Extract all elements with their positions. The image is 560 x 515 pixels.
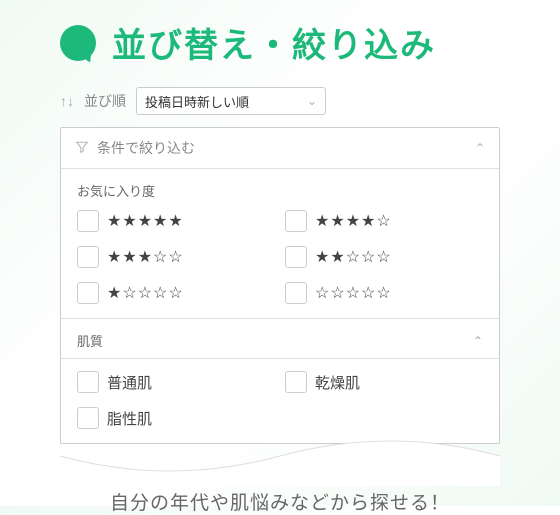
favorite-option[interactable]: ★★☆☆☆ bbox=[285, 246, 483, 268]
checkbox[interactable] bbox=[285, 246, 307, 268]
skin-option-label: 脂性肌 bbox=[107, 408, 152, 429]
chevron-up-icon: ⌃ bbox=[475, 141, 485, 155]
checkbox[interactable] bbox=[77, 210, 99, 232]
skin-option-label: 乾燥肌 bbox=[315, 372, 360, 393]
filter-title: 条件で絞り込む bbox=[97, 138, 195, 158]
favorite-option[interactable]: ★☆☆☆☆ bbox=[77, 282, 275, 304]
skin-option-label: 普通肌 bbox=[107, 372, 152, 393]
checkbox[interactable] bbox=[77, 371, 99, 393]
wave-cutoff bbox=[60, 436, 500, 466]
section-skin-title: 肌質 bbox=[77, 331, 103, 350]
section-skin-options: 普通肌 乾燥肌 脂性肌 bbox=[61, 359, 499, 443]
favorite-option[interactable]: ★★★☆☆ bbox=[77, 246, 275, 268]
chevron-down-icon: ⌄ bbox=[307, 94, 317, 108]
filter-header[interactable]: 条件で絞り込む ⌃ bbox=[61, 128, 499, 169]
page-header: 並び替え・絞り込み bbox=[0, 0, 560, 67]
sort-arrows-icon: ↑↓ bbox=[60, 93, 74, 109]
panel-wrap: ↑↓ 並び順 投稿日時新しい順 ⌄ 条件で絞り込む ⌃ お気に入り度 ★★★★★… bbox=[0, 67, 560, 515]
favorite-option[interactable]: ☆☆☆☆☆ bbox=[285, 282, 483, 304]
skin-option[interactable]: 普通肌 bbox=[77, 371, 275, 393]
checkbox[interactable] bbox=[77, 282, 99, 304]
funnel-icon bbox=[75, 140, 89, 157]
section-favorite-title: お気に入り度 bbox=[77, 181, 483, 200]
sort-select[interactable]: 投稿日時新しい順 ⌄ bbox=[136, 87, 326, 115]
checkbox[interactable] bbox=[285, 371, 307, 393]
stars-label: ☆☆☆☆☆ bbox=[315, 283, 392, 303]
checkbox[interactable] bbox=[77, 407, 99, 429]
filter-panel: 条件で絞り込む ⌃ お気に入り度 ★★★★★ ★★★★☆ ★★★☆☆ ★★☆☆☆… bbox=[60, 127, 500, 444]
page-title: 並び替え・絞り込み bbox=[112, 18, 436, 67]
favorite-option[interactable]: ★★★★★ bbox=[77, 210, 275, 232]
footer-caption: 自分の年代や肌悩みなどから探せる！ bbox=[60, 488, 500, 515]
section-favorite: お気に入り度 ★★★★★ ★★★★☆ ★★★☆☆ ★★☆☆☆ ★☆☆☆☆ ☆☆☆… bbox=[61, 169, 499, 319]
speech-bubble-icon bbox=[60, 25, 96, 61]
stars-label: ★★☆☆☆ bbox=[315, 247, 392, 267]
stars-label: ★★★★☆ bbox=[315, 211, 392, 231]
sort-row: ↑↓ 並び順 投稿日時新しい順 ⌄ bbox=[60, 87, 500, 115]
skin-option[interactable]: 乾燥肌 bbox=[285, 371, 483, 393]
sort-label: 並び順 bbox=[84, 91, 126, 111]
sort-selected-value: 投稿日時新しい順 bbox=[145, 92, 249, 111]
checkbox[interactable] bbox=[77, 246, 99, 268]
stars-label: ★★★★★ bbox=[107, 211, 184, 231]
favorite-option[interactable]: ★★★★☆ bbox=[285, 210, 483, 232]
stars-label: ★☆☆☆☆ bbox=[107, 283, 184, 303]
checkbox[interactable] bbox=[285, 210, 307, 232]
skin-option[interactable]: 脂性肌 bbox=[77, 407, 275, 429]
checkbox[interactable] bbox=[285, 282, 307, 304]
stars-label: ★★★☆☆ bbox=[107, 247, 184, 267]
section-skin-header[interactable]: 肌質 ⌃ bbox=[77, 331, 483, 350]
chevron-up-icon: ⌃ bbox=[473, 334, 483, 348]
section-skin: 肌質 ⌃ bbox=[61, 319, 499, 359]
